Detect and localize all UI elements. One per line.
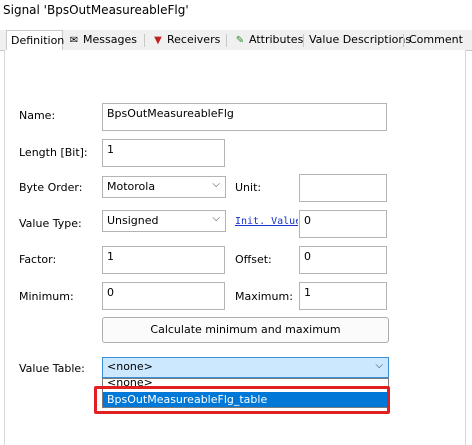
- tab-separator: [144, 34, 145, 47]
- tab-attributes[interactable]: ✎ Attributes: [234, 31, 304, 49]
- minimum-field[interactable]: 0: [102, 282, 225, 310]
- factor-label: Factor:: [19, 253, 57, 266]
- chevron-down-icon: ⌵: [375, 360, 383, 371]
- value-table-select[interactable]: <none> ⌵: [102, 357, 389, 378]
- length-label: Length [Bit]:: [19, 146, 88, 159]
- tab-separator: [226, 34, 227, 47]
- tab-comment-label: Comment: [409, 33, 463, 46]
- tab-messages-label: Messages: [83, 33, 137, 46]
- name-field[interactable]: BpsOutMeasureableFlg: [102, 103, 387, 131]
- pencil-icon: ✎: [235, 35, 245, 46]
- window-title: Signal 'BpsOutMeasureableFlg': [0, 0, 472, 26]
- tab-value-descriptions[interactable]: Value Descriptions: [309, 31, 411, 49]
- unit-label: Unit:: [235, 181, 262, 194]
- tab-strip: Definition ✉ Messages ▼ Receivers ✎ Attribu…: [0, 30, 472, 51]
- tab-definition-label: Definition: [11, 34, 65, 47]
- value-type-select[interactable]: Unsigned ⌵: [102, 210, 226, 232]
- tab-messages[interactable]: ✉ Messages: [68, 31, 137, 49]
- tab-attributes-label: Attributes: [249, 33, 304, 46]
- tab-separator: [403, 34, 404, 47]
- receiver-icon: ▼: [154, 35, 162, 46]
- unit-field[interactable]: [299, 174, 387, 202]
- value-table-label: Value Table:: [19, 362, 85, 375]
- value-table-value: <none>: [107, 360, 153, 373]
- factor-field[interactable]: 1: [102, 246, 225, 274]
- dropdown-option-table[interactable]: BpsOutMeasureableFlg_table: [103, 392, 388, 407]
- dropdown-option-none[interactable]: <none>: [103, 377, 388, 389]
- length-field[interactable]: 1: [102, 139, 225, 167]
- chevron-down-icon: ⌵: [212, 213, 220, 224]
- tab-value-descriptions-label: Value Descriptions: [309, 33, 412, 46]
- offset-field[interactable]: 0: [299, 246, 387, 274]
- tab-receivers[interactable]: ▼ Receivers: [152, 31, 220, 49]
- value-type-label: Value Type:: [19, 217, 82, 230]
- offset-label: Offset:: [235, 253, 272, 266]
- tab-separator: [303, 34, 304, 47]
- tab-receivers-label: Receivers: [167, 33, 221, 46]
- init-value-link[interactable]: Init. Value: [235, 216, 298, 227]
- value-type-value: Unsigned: [107, 214, 159, 227]
- tab-comment[interactable]: Comment: [409, 31, 463, 49]
- maximum-field[interactable]: 1: [299, 282, 387, 310]
- byte-order-select[interactable]: Motorola ⌵: [102, 176, 226, 198]
- minimum-label: Minimum:: [19, 290, 74, 303]
- chevron-down-icon: ⌵: [212, 179, 220, 190]
- byte-order-value: Motorola: [107, 180, 156, 193]
- tab-definition[interactable]: Definition: [6, 30, 65, 51]
- envelope-icon: ✉: [69, 35, 79, 46]
- name-label: Name:: [19, 109, 56, 122]
- value-table-dropdown: <none> BpsOutMeasureableFlg_table: [102, 377, 389, 408]
- byte-order-label: Byte Order:: [19, 181, 83, 194]
- maximum-label: Maximum:: [235, 290, 293, 303]
- init-value-field[interactable]: 0: [299, 210, 387, 238]
- calculate-min-max-button[interactable]: Calculate minimum and maximum: [102, 317, 389, 343]
